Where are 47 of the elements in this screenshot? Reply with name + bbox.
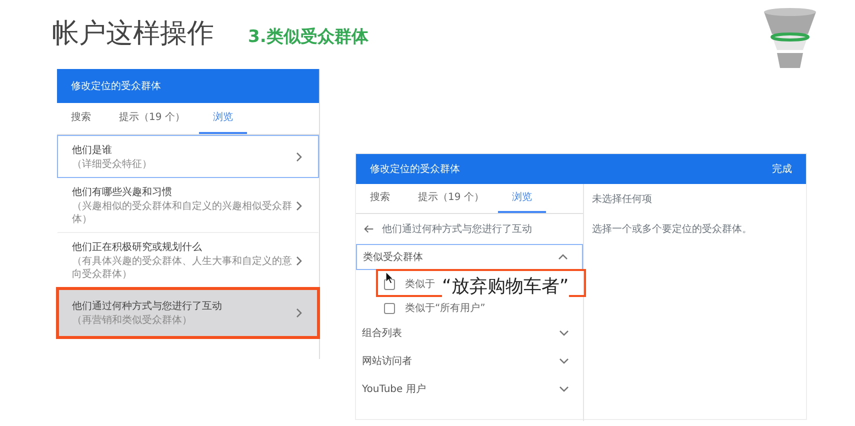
hint-text: 选择一个或多个要定位的受众群体。 bbox=[591, 222, 753, 236]
section-header[interactable]: 类似受众群体 bbox=[356, 244, 583, 270]
chevron-up-icon bbox=[558, 252, 568, 262]
panel-header: 修改定位的受众群体 bbox=[370, 162, 460, 176]
chevron-right-icon bbox=[294, 200, 304, 210]
section-header[interactable]: YouTube 用户 bbox=[356, 376, 583, 402]
item-title: 他们通过何种方式与您进行了互动 bbox=[72, 300, 223, 314]
tab[interactable]: 浏览 bbox=[498, 184, 546, 213]
option-label: 类似于 bbox=[405, 278, 435, 292]
section-label: 网站访问者 bbox=[362, 354, 412, 368]
mouse-cursor-icon bbox=[385, 271, 394, 284]
section-header[interactable]: 网站访问者 bbox=[356, 348, 583, 374]
category-item[interactable]: 他们有哪些兴趣和习惯 （兴趣相似的受众群体和自定义的兴趣相似受众群体） bbox=[57, 178, 319, 233]
item-description: （再营销和类似受众群体） bbox=[72, 314, 193, 327]
category-item[interactable]: 他们是谁 （详细受众特征） bbox=[57, 135, 319, 178]
breadcrumb-link[interactable]: 他们通过何种方式与您进行了互动 bbox=[382, 222, 532, 236]
selection-status: 未选择任何项 bbox=[591, 192, 653, 206]
section-label: YouTube 用户 bbox=[362, 382, 426, 396]
item-title: 他们有哪些兴趣和习惯 bbox=[72, 186, 173, 200]
funnel-icon bbox=[762, 6, 818, 70]
back-arrow-icon bbox=[364, 224, 374, 234]
tab[interactable]: 提示（19 个） bbox=[105, 103, 199, 134]
section-header[interactable]: 组合列表 bbox=[356, 320, 583, 346]
section-label: 组合列表 bbox=[362, 326, 402, 340]
chevron-down-icon bbox=[559, 384, 569, 394]
category-item[interactable]: 他们通过何种方式与您进行了互动 （再营销和类似受众群体） bbox=[57, 288, 319, 338]
tab[interactable]: 浏览 bbox=[198, 103, 247, 134]
slide-title: 帐户这样操作 bbox=[52, 17, 214, 51]
chevron-right-icon bbox=[294, 152, 304, 162]
slide-subtitle: 3.类似受众群体 bbox=[248, 26, 368, 49]
chevron-down-icon bbox=[559, 328, 569, 338]
item-description: （详细受众特征） bbox=[72, 158, 153, 170]
chevron-right-icon bbox=[294, 256, 304, 266]
option-label: 类似于“所有用户” bbox=[405, 302, 486, 316]
panel-header: 修改定位的受众群体 bbox=[57, 69, 319, 103]
done-link[interactable]: 完成 bbox=[772, 162, 792, 176]
item-description: （有具体兴趣的受众群体、人生大事和自定义的意向受众群体） bbox=[72, 255, 293, 281]
checkbox[interactable] bbox=[384, 302, 395, 314]
tab[interactable]: 搜索 bbox=[57, 103, 105, 134]
chevron-right-icon bbox=[294, 308, 304, 318]
item-description: （兴趣相似的受众群体和自定义的兴趣相似受众群体） bbox=[72, 200, 293, 226]
item-title: 他们是谁 bbox=[72, 144, 113, 158]
tab[interactable]: 搜索 bbox=[356, 184, 404, 213]
section-label: 类似受众群体 bbox=[363, 250, 423, 264]
item-title: 他们正在积极研究或规划什么 bbox=[72, 240, 203, 255]
chevron-down-icon bbox=[559, 356, 569, 366]
tab[interactable]: 提示（19 个） bbox=[404, 184, 498, 213]
